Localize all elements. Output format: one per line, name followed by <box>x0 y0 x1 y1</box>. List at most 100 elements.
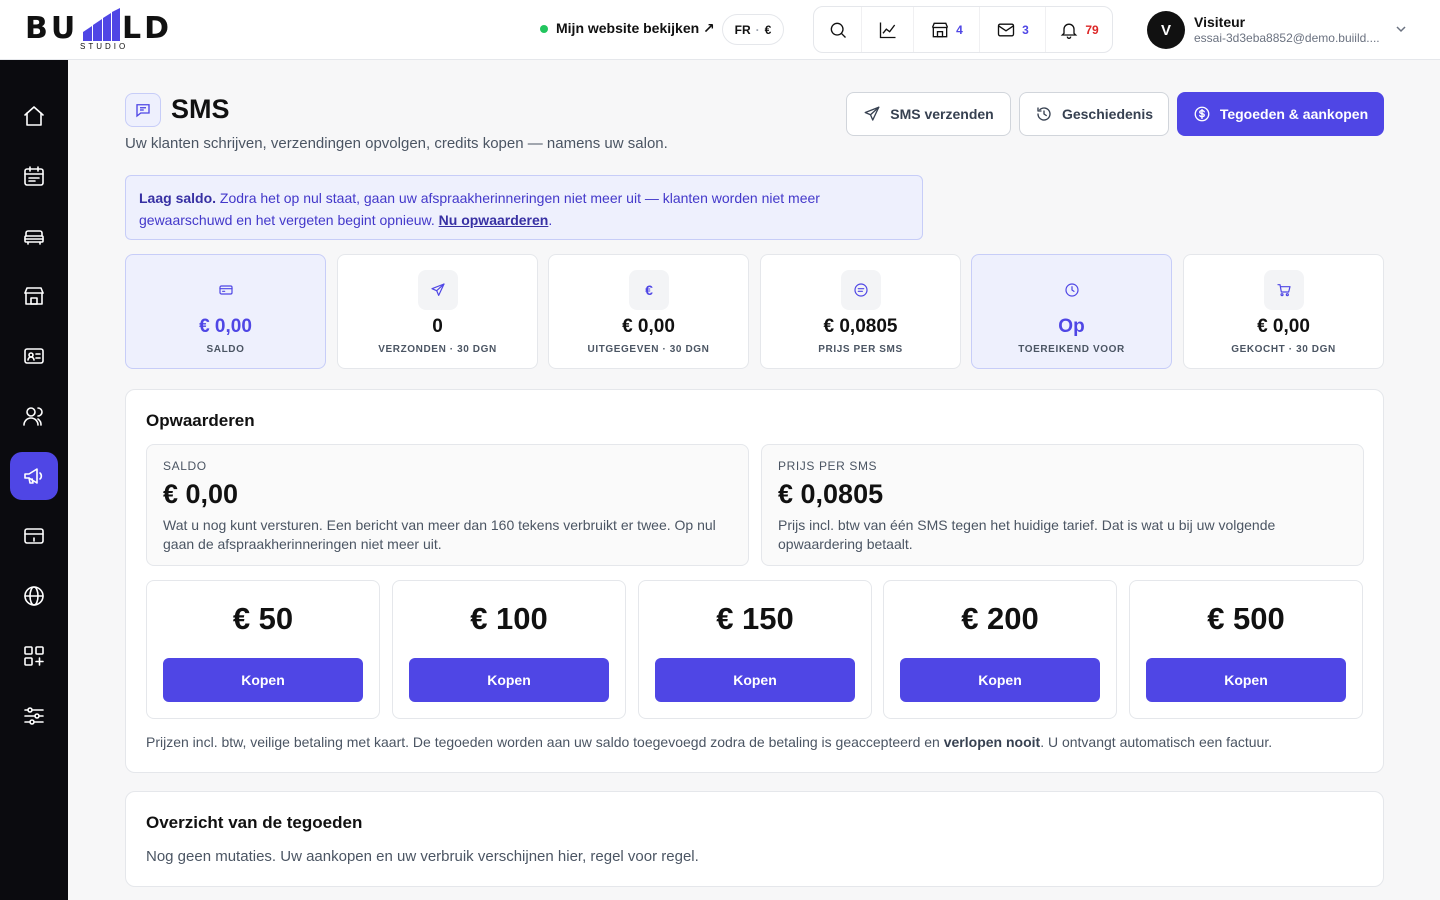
sidebar-item-clients[interactable] <box>10 392 58 440</box>
services-icon <box>24 230 44 245</box>
buy-button[interactable]: Kopen <box>163 658 363 702</box>
stat-card-balance: € 0,00 SALDO <box>125 254 326 369</box>
mail-button[interactable]: 3 <box>980 7 1046 52</box>
credits-purchases-label: Tegoeden & aankopen <box>1219 106 1369 122</box>
page-subtitle: Uw klanten schrijven, verzendingen opvol… <box>125 135 668 152</box>
pack-amount: € 100 <box>470 601 548 636</box>
send-sms-button[interactable]: SMS verzenden <box>846 92 1011 136</box>
buy-button[interactable]: Kopen <box>655 658 855 702</box>
store-icon <box>932 22 949 37</box>
top-bar: BU LD STUDIO Mijn website bekijken ↗ FR … <box>0 0 1440 60</box>
send-sms-label: SMS verzenden <box>890 106 994 122</box>
buy-button[interactable]: Kopen <box>900 658 1100 702</box>
buy-button[interactable]: Kopen <box>1146 658 1346 702</box>
search-button[interactable] <box>814 7 862 52</box>
mail-icon <box>997 23 1015 36</box>
pack-amount: € 150 <box>716 601 794 636</box>
pack-amount: € 200 <box>961 601 1039 636</box>
users-icon <box>23 407 43 426</box>
logo-subtitle: STUDIO <box>80 42 129 51</box>
shop-count: 4 <box>956 22 963 37</box>
balance-description: Wat u nog kunt versturen. Een bericht va… <box>163 517 716 552</box>
online-status-dot <box>540 24 548 33</box>
sidebar-item-website[interactable] <box>10 572 58 620</box>
sliders-icon <box>24 707 44 725</box>
bell-icon <box>1061 23 1078 39</box>
sidebar-item-marketing[interactable] <box>10 452 58 500</box>
sidebar <box>0 60 68 900</box>
sidebar-item-apps[interactable] <box>10 632 58 680</box>
stat-label: UITGEGEVEN · 30 DGN <box>587 344 710 355</box>
stat-card-sufficient: Op TOEREIKEND VOOR <box>971 254 1172 369</box>
mail-count: 3 <box>1022 22 1029 37</box>
sidebar-item-calendar[interactable] <box>10 152 58 200</box>
footnote-text: Prijzen incl. btw, veilige betaling met … <box>146 734 944 750</box>
store-icon <box>24 287 44 305</box>
pack-card: € 50 Kopen <box>146 580 380 719</box>
analytics-button[interactable] <box>862 7 914 52</box>
globe-icon <box>24 586 44 606</box>
footnote-bold: verlopen nooit <box>943 734 1041 750</box>
sidebar-item-staff[interactable] <box>10 332 58 380</box>
stat-value: € 0,0805 <box>823 316 898 337</box>
pack-amount: € 500 <box>1207 601 1285 636</box>
sidebar-item-home[interactable] <box>10 92 58 140</box>
stat-value: € 0,00 <box>199 316 252 337</box>
view-website-link[interactable]: Mijn website bekijken ↗ <box>540 20 715 37</box>
top-up-footnote: Prijzen incl. btw, veilige betaling met … <box>146 734 1272 750</box>
stat-card-sent: 0 VERZONDEN · 30 DGN <box>337 254 538 369</box>
stat-label: SALDO <box>206 344 245 355</box>
shop-button[interactable]: 4 <box>914 7 980 52</box>
clock-icon <box>1052 270 1092 310</box>
chevron-down-icon <box>1396 26 1406 33</box>
euro-icon: € <box>629 270 669 310</box>
credit-card-icon <box>24 528 44 544</box>
brand-logo[interactable]: BU LD STUDIO <box>25 8 185 52</box>
history-label: Geschiedenis <box>1061 106 1154 122</box>
user-email: essai-3d3eba8852@demo.buiild.... <box>1194 31 1380 45</box>
chart-line-icon <box>879 22 895 38</box>
stat-value: € 0,00 <box>622 316 675 337</box>
sidebar-item-payments[interactable] <box>10 512 58 560</box>
buy-button[interactable]: Kopen <box>409 658 609 702</box>
price-caption: PRIJS PER SMS <box>778 459 878 473</box>
separator: · <box>755 22 760 37</box>
sidebar-item-services[interactable] <box>10 212 58 260</box>
history-icon <box>1037 107 1051 121</box>
megaphone-icon <box>24 468 43 484</box>
stat-value: Op <box>1058 316 1085 337</box>
apps-grid-icon <box>24 646 44 666</box>
credits-purchases-button[interactable]: Tegoeden & aankopen <box>1177 92 1384 136</box>
stat-label: PRIJS PER SMS <box>818 344 903 355</box>
stat-card-bought: € 0,00 GEKOCHT · 30 DGN <box>1183 254 1384 369</box>
message-square-icon <box>136 104 150 118</box>
card-icon <box>206 270 246 310</box>
pack-card: € 100 Kopen <box>392 580 626 719</box>
send-icon <box>418 270 458 310</box>
currency-symbol: € <box>764 22 772 37</box>
balance-value: € 0,00 <box>163 479 239 509</box>
stat-value: € 0,00 <box>1257 316 1310 337</box>
sidebar-item-settings[interactable] <box>10 692 58 740</box>
alert-end: . <box>548 212 553 228</box>
logo-word-left: BU <box>25 11 79 46</box>
language-currency-switcher[interactable]: FR · € <box>722 14 784 45</box>
stat-card-price: € 0,0805 PRIJS PER SMS <box>760 254 961 369</box>
top-up-card: Opwaarderen SALDO € 0,00 Wat u nog kunt … <box>125 389 1384 773</box>
coin-icon <box>1194 106 1210 122</box>
sms-page-icon <box>125 93 161 127</box>
top-up-now-link[interactable]: Nu opwaarderen <box>439 212 549 228</box>
quick-actions-group: 4 3 79 <box>813 6 1113 53</box>
history-button[interactable]: Geschiedenis <box>1019 92 1169 136</box>
price-value: € 0,0805 <box>778 479 884 509</box>
alert-title: Laag saldo. <box>139 190 217 206</box>
footnote-end: . U ontvangt automatisch een factuur. <box>1040 734 1273 750</box>
credits-overview-card: Overzicht van de tegoeden Nog geen mutat… <box>125 791 1384 887</box>
user-name: Visiteur <box>1194 14 1246 30</box>
search-icon <box>830 22 846 38</box>
stat-label: TOEREIKEND VOOR <box>1018 344 1125 355</box>
sidebar-item-salon[interactable] <box>10 272 58 320</box>
pack-card: € 200 Kopen <box>883 580 1117 719</box>
user-menu[interactable]: V Visiteur essai-3d3eba8852@demo.buiild.… <box>1147 11 1417 49</box>
notifications-button[interactable]: 79 <box>1046 7 1112 52</box>
